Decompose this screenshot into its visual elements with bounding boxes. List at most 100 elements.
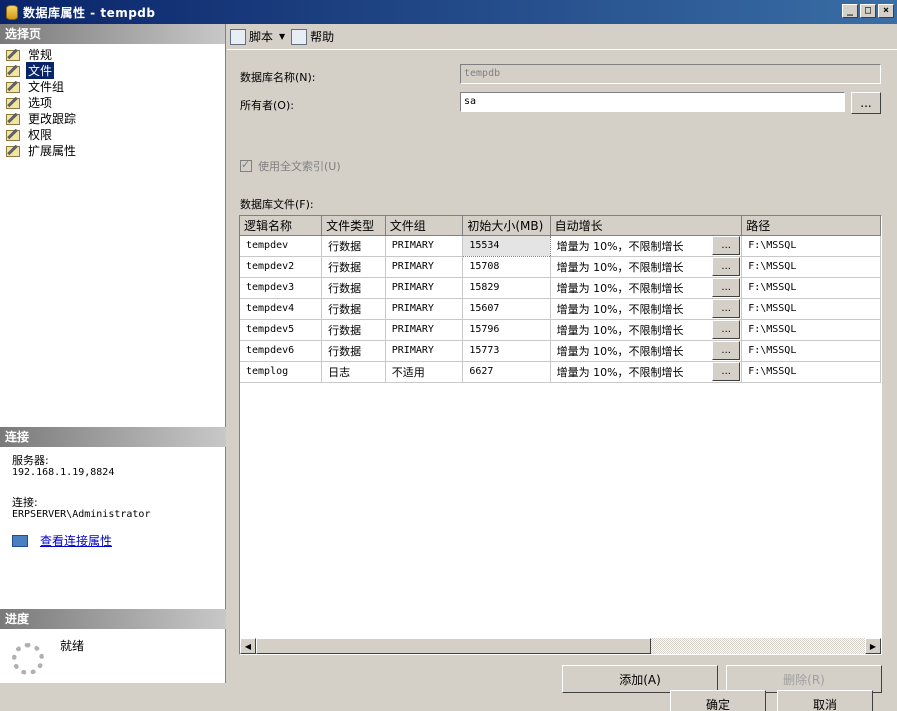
page-wrench-icon xyxy=(5,64,21,77)
logical-name-cell[interactable]: tempdev6 xyxy=(240,340,323,362)
path-cell[interactable]: F:\MSSQL xyxy=(741,298,881,320)
autogrowth-edit-button[interactable]: ... xyxy=(712,278,741,297)
table-row[interactable]: tempdev2 行数据 PRIMARY 15708 增量为 10%，不限制增长… xyxy=(240,256,881,278)
autogrowth-edit-button[interactable]: ... xyxy=(712,362,741,381)
logical-name-cell[interactable]: templog xyxy=(240,361,323,383)
ok-button[interactable]: 确定 xyxy=(670,690,766,711)
filegroup-cell[interactable]: PRIMARY xyxy=(385,277,464,299)
scrollbar-thumb[interactable] xyxy=(256,638,651,654)
fulltext-checkbox xyxy=(240,158,252,172)
page-wrench-icon xyxy=(5,96,21,109)
right-pane: 脚本 ▼ 帮助 数据库名称(N): tempdb 所有者(O): sa ... … xyxy=(227,24,897,693)
table-row[interactable]: templog 日志 不适用 6627 增量为 10%，不限制增长... F:\… xyxy=(240,361,881,383)
initial-size-cell[interactable]: 15829 xyxy=(462,277,551,299)
initial-size-cell[interactable]: 15708 xyxy=(462,256,551,278)
progress-section: 进度 就绪 xyxy=(0,609,226,683)
dropdown-arrow-icon: ▼ xyxy=(279,32,286,41)
script-button[interactable]: 脚本 ▼ xyxy=(230,28,285,45)
table-row[interactable]: tempdev5 行数据 PRIMARY 15796 增量为 10%，不限制增长… xyxy=(240,319,881,341)
initial-size-cell[interactable]: 15796 xyxy=(462,319,551,341)
initial-size-cell[interactable]: 15607 xyxy=(462,298,551,320)
path-cell[interactable]: F:\MSSQL xyxy=(741,235,881,257)
remove-button[interactable]: 删除(R) xyxy=(726,665,882,693)
progress-status: 就绪 xyxy=(60,639,85,653)
autogrowth-edit-button[interactable]: ... xyxy=(712,320,741,339)
window-title: 数据库属性 - tempdb xyxy=(23,5,156,20)
nav-item-extended-properties[interactable]: 扩展属性 xyxy=(0,142,225,158)
help-button[interactable]: 帮助 xyxy=(291,28,334,45)
file-type-cell[interactable]: 行数据 xyxy=(321,340,386,362)
view-connection-properties-link[interactable]: 查看连接属性 xyxy=(40,535,112,547)
database-icon xyxy=(6,4,18,20)
column-header[interactable]: 初始大小(MB) xyxy=(462,216,551,236)
logical-name-cell[interactable]: tempdev2 xyxy=(240,256,323,278)
nav-item-files[interactable]: 文件 xyxy=(0,61,225,79)
path-cell[interactable]: F:\MSSQL xyxy=(741,319,881,341)
table-row[interactable]: tempdev6 行数据 PRIMARY 15773 增量为 10%，不限制增长… xyxy=(240,340,881,362)
autogrowth-cell: 增量为 10%，不限制增长... xyxy=(550,277,743,299)
table-row[interactable]: tempdev4 行数据 PRIMARY 15607 增量为 10%，不限制增长… xyxy=(240,298,881,320)
autogrowth-edit-button[interactable]: ... xyxy=(712,299,741,318)
add-button[interactable]: 添加(A) xyxy=(562,665,718,693)
nav-item-filegroups[interactable]: 文件组 xyxy=(0,78,225,94)
db-name-label: 数据库名称(N): xyxy=(240,71,316,84)
file-type-cell[interactable]: 行数据 xyxy=(321,319,386,341)
file-type-cell[interactable]: 行数据 xyxy=(321,256,386,278)
nav-item-options[interactable]: 选项 xyxy=(0,94,225,110)
filegroup-cell[interactable]: PRIMARY xyxy=(385,319,464,341)
autogrowth-edit-button[interactable]: ... xyxy=(712,236,741,255)
column-header[interactable]: 自动增长 xyxy=(550,216,743,236)
logical-name-cell[interactable]: tempdev3 xyxy=(240,277,323,299)
file-type-cell[interactable]: 行数据 xyxy=(321,277,386,299)
file-type-cell[interactable]: 行数据 xyxy=(321,235,386,257)
window-controls: _ □ × xyxy=(842,4,894,18)
page-wrench-icon xyxy=(5,112,21,125)
help-icon xyxy=(291,28,308,45)
filegroup-cell[interactable]: PRIMARY xyxy=(385,256,464,278)
logical-name-cell[interactable]: tempdev4 xyxy=(240,298,323,320)
column-header[interactable]: 文件类型 xyxy=(321,216,386,236)
path-cell[interactable]: F:\MSSQL xyxy=(741,340,881,362)
filegroup-cell[interactable]: PRIMARY xyxy=(385,235,464,257)
initial-size-cell[interactable]: 15773 xyxy=(462,340,551,362)
cancel-button[interactable]: 取消 xyxy=(777,690,873,711)
file-type-cell[interactable]: 日志 xyxy=(321,361,386,383)
path-cell[interactable]: F:\MSSQL xyxy=(741,361,881,383)
nav-item-general[interactable]: 常规 xyxy=(0,46,225,62)
maximize-button[interactable]: □ xyxy=(860,4,876,18)
scroll-right-icon[interactable]: ▶ xyxy=(865,638,881,654)
filegroup-cell[interactable]: PRIMARY xyxy=(385,298,464,320)
scrollbar-track[interactable] xyxy=(651,638,865,654)
filegroup-cell[interactable]: PRIMARY xyxy=(385,340,464,362)
scroll-left-icon[interactable]: ◀ xyxy=(240,638,256,654)
column-header[interactable]: 逻辑名称 xyxy=(240,216,323,236)
initial-size-cell[interactable]: 15534 xyxy=(462,234,551,257)
path-cell[interactable]: F:\MSSQL xyxy=(741,256,881,278)
autogrowth-edit-button[interactable]: ... xyxy=(712,341,741,360)
owner-browse-button[interactable]: ... xyxy=(851,92,881,114)
progress-header: 进度 xyxy=(0,609,226,629)
logical-name-cell[interactable]: tempdev xyxy=(240,235,323,257)
close-button[interactable]: × xyxy=(878,4,894,18)
autogrowth-cell: 增量为 10%，不限制增长... xyxy=(550,340,743,362)
connection-properties-icon xyxy=(12,535,28,547)
filegroup-cell[interactable]: 不适用 xyxy=(385,361,464,383)
fulltext-option: 使用全文索引(U) xyxy=(240,158,341,174)
column-header[interactable]: 文件组 xyxy=(385,216,464,236)
horizontal-scrollbar[interactable]: ◀ ▶ xyxy=(240,638,881,654)
column-header[interactable]: 路径 xyxy=(741,216,881,236)
logical-name-cell[interactable]: tempdev5 xyxy=(240,319,323,341)
nav-item-permissions[interactable]: 权限 xyxy=(0,126,225,142)
autogrowth-cell: 增量为 10%，不限制增长... xyxy=(550,235,743,257)
autogrowth-edit-button[interactable]: ... xyxy=(712,257,741,276)
file-type-cell[interactable]: 行数据 xyxy=(321,298,386,320)
db-files-label: 数据库文件(F): xyxy=(240,198,314,211)
page-wrench-icon xyxy=(5,144,21,157)
table-row[interactable]: tempdev3 行数据 PRIMARY 15829 增量为 10%，不限制增长… xyxy=(240,277,881,299)
nav-item-change-tracking[interactable]: 更改跟踪 xyxy=(0,110,225,126)
minimize-button[interactable]: _ xyxy=(842,4,858,18)
path-cell[interactable]: F:\MSSQL xyxy=(741,277,881,299)
table-row[interactable]: tempdev 行数据 PRIMARY 15534 增量为 10%，不限制增长.… xyxy=(240,234,881,257)
initial-size-cell[interactable]: 6627 xyxy=(462,361,551,383)
owner-field[interactable]: sa xyxy=(460,92,845,112)
